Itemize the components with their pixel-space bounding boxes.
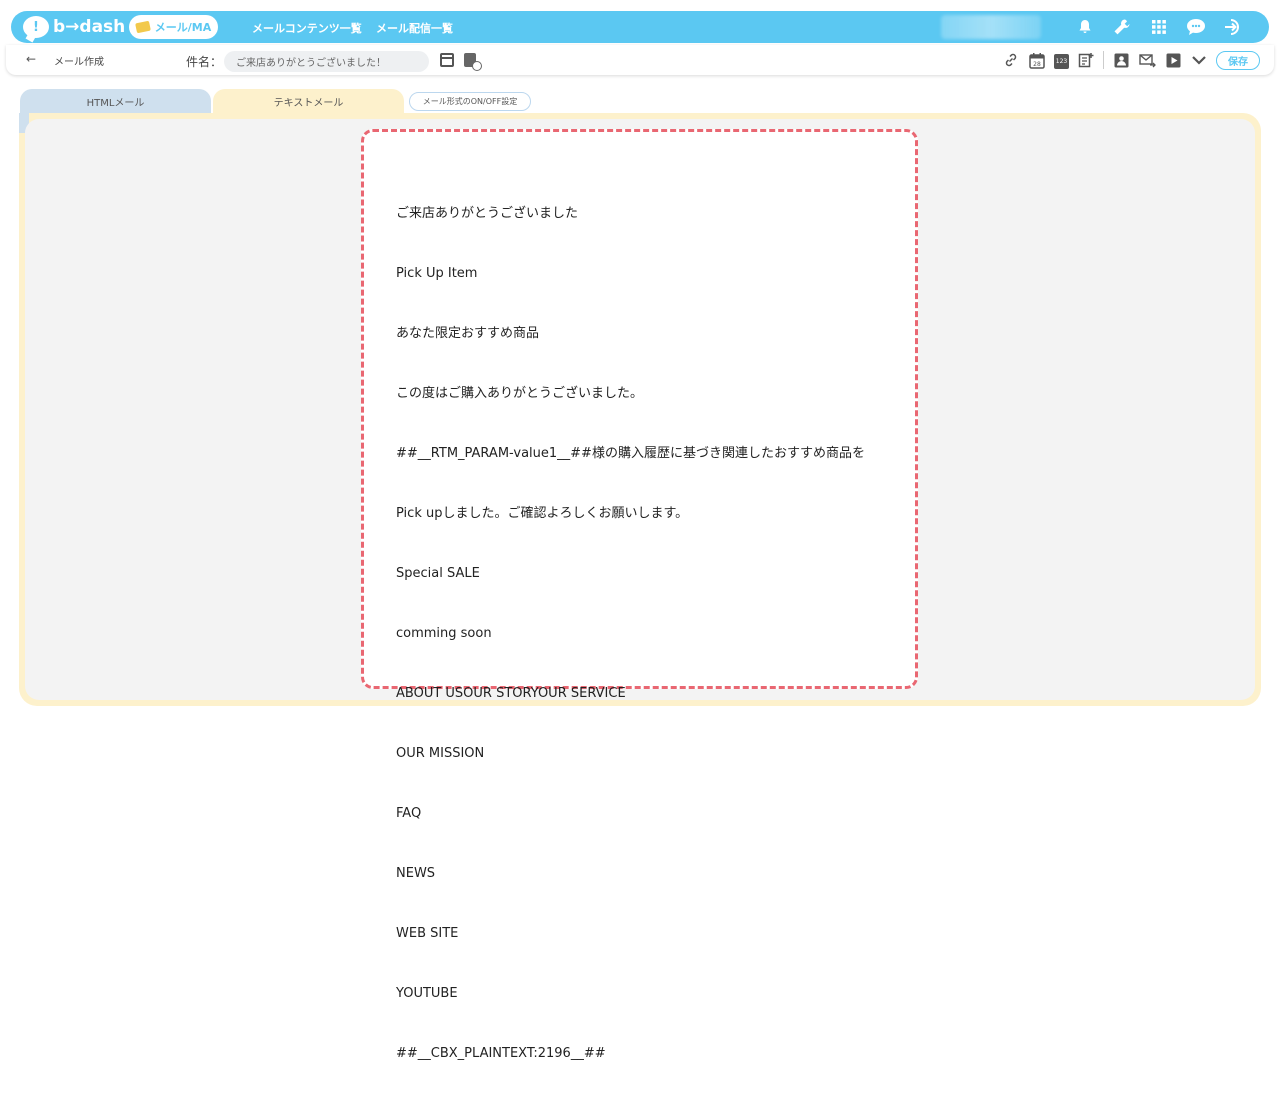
- chevron-down-icon[interactable]: [1190, 51, 1208, 69]
- text-mail-body-editor[interactable]: ご来店ありがとうございました Pick Up Item あなた限定おすすめ商品 …: [361, 129, 918, 1061]
- app-logo[interactable]: ! b→dash: [23, 15, 125, 39]
- nav-mail-contents-list[interactable]: メールコンテンツ一覧: [252, 20, 362, 36]
- logo-bubble-icon: !: [23, 16, 49, 38]
- body-line: ##__CBX_PLAINTEXT:2196__##: [396, 1046, 606, 1061]
- link-icon[interactable]: [1002, 51, 1020, 69]
- body-line: WEB SITE: [396, 926, 459, 941]
- wrench-icon[interactable]: [1110, 15, 1134, 39]
- body-line: Pick Up Item: [396, 266, 478, 281]
- back-arrow-icon[interactable]: ←: [26, 52, 36, 66]
- note-add-icon[interactable]: [1077, 51, 1095, 69]
- envelope-icon: [134, 20, 151, 34]
- text-mail-body[interactable]: ご来店ありがとうございました Pick Up Item あなた限定おすすめ商品 …: [396, 164, 865, 1104]
- save-button[interactable]: 保存: [1216, 50, 1260, 70]
- chat-icon[interactable]: [1184, 15, 1208, 39]
- svg-text:28: 28: [1033, 61, 1041, 68]
- body-line: Special SALE: [396, 566, 480, 581]
- body-line: この度はご購入ありがとうございました。: [396, 386, 644, 401]
- page-title: メール作成: [54, 57, 104, 68]
- mail-ma-module-button[interactable]: メール/MA: [129, 15, 218, 39]
- tab-text-mail[interactable]: テキストメール: [213, 89, 404, 114]
- nav-mail-delivery-list[interactable]: メール配信一覧: [376, 20, 453, 36]
- mail-format-toggle-button[interactable]: メール形式のON/OFF設定: [409, 92, 531, 111]
- body-line: YOUTUBE: [396, 986, 458, 1001]
- account-info[interactable]: [941, 15, 1041, 39]
- contact-icon[interactable]: [1112, 51, 1130, 69]
- tab-html-mail[interactable]: HTMLメール: [20, 89, 211, 114]
- body-line: NEWS: [396, 866, 436, 881]
- logout-icon[interactable]: [1221, 15, 1245, 39]
- body-line: ABOUT USOUR STORYOUR SERVICE: [396, 686, 626, 701]
- mail-ma-module-label: メール/MA: [154, 21, 212, 34]
- body-line: comming soon: [396, 626, 492, 641]
- schedule-icon[interactable]: [464, 53, 482, 71]
- body-line: OUR MISSION: [396, 746, 485, 761]
- preview-icon[interactable]: [440, 53, 454, 67]
- bell-icon[interactable]: [1073, 15, 1097, 39]
- mail-forward-icon[interactable]: [1138, 51, 1156, 69]
- body-line: ご来店ありがとうございました: [396, 206, 579, 221]
- number-icon[interactable]: 123: [1054, 53, 1069, 69]
- body-line: あなた限定おすすめ商品: [396, 326, 540, 341]
- editor-toolbar: ← メール作成 件名： 28 123 保存: [6, 45, 1274, 75]
- toolbar-divider: [1103, 51, 1104, 69]
- grid-icon[interactable]: [1147, 15, 1171, 39]
- top-nav-bar: ! b→dash メール/MA メールコンテンツ一覧 メール配信一覧: [11, 11, 1269, 43]
- body-line: ##__RTM_PARAM-value1__##様の購入履歴に基づき関連したおす…: [396, 446, 865, 461]
- calendar-icon[interactable]: 28: [1028, 51, 1046, 69]
- subject-label: 件名：: [186, 55, 223, 69]
- play-icon[interactable]: [1164, 51, 1182, 69]
- body-line: FAQ: [396, 806, 422, 821]
- subject-input[interactable]: [224, 51, 429, 72]
- body-line: Pick upしました。ご確認よろしくお願いします。: [396, 506, 689, 521]
- logo-text: b→dash: [53, 17, 126, 37]
